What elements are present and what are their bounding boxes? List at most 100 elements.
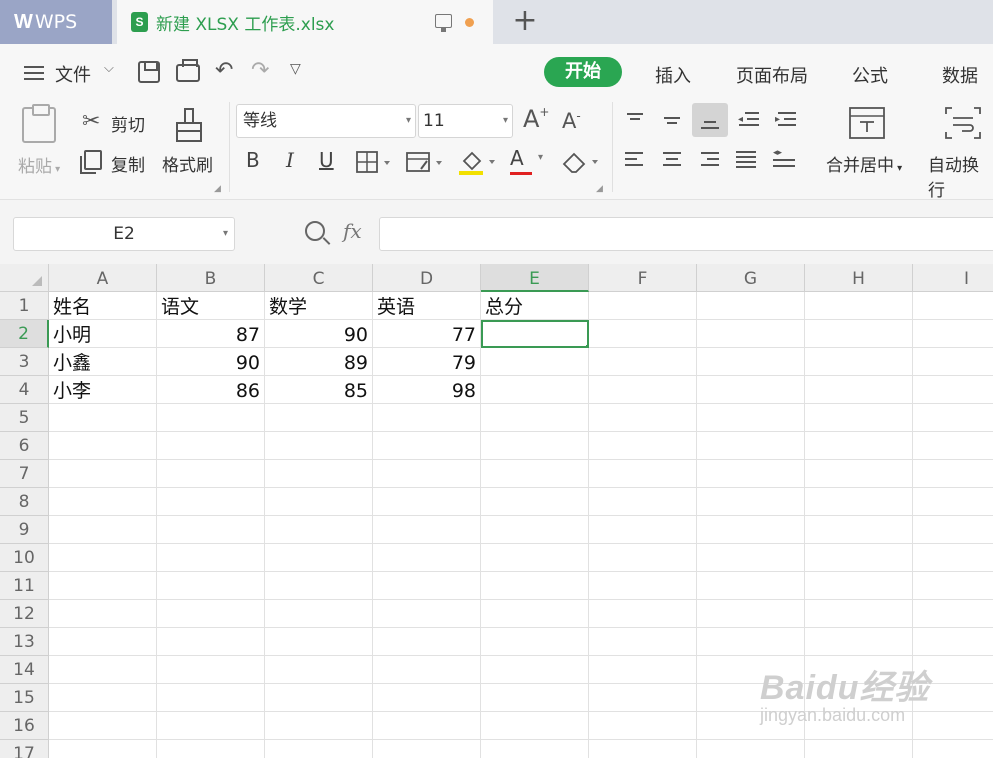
align-middle-icon[interactable] — [657, 106, 687, 136]
wps-home-tab[interactable]: W WPS — [0, 0, 112, 44]
decrease-font-size-icon[interactable]: A- — [562, 109, 581, 133]
align-right-icon[interactable] — [694, 145, 724, 175]
cell-f5[interactable] — [589, 404, 697, 432]
cell-h17[interactable] — [805, 740, 913, 758]
cell-a2[interactable]: 小明 — [49, 320, 157, 348]
tab-formulas[interactable]: 公式 — [852, 62, 888, 88]
zoom-search-icon[interactable] — [305, 221, 325, 241]
cell-c10[interactable] — [265, 544, 373, 572]
cell-d13[interactable] — [373, 628, 481, 656]
row-header-6[interactable]: 6 — [0, 432, 49, 460]
font-color-icon[interactable]: A ▾ — [510, 146, 543, 175]
cell-a6[interactable] — [49, 432, 157, 460]
tab-home[interactable]: 开始 — [544, 57, 622, 87]
cell-f1[interactable] — [589, 292, 697, 320]
cell-d17[interactable] — [373, 740, 481, 758]
cell-a4[interactable]: 小李 — [49, 376, 157, 404]
redo-icon[interactable]: ↷ — [251, 58, 269, 83]
cell-f17[interactable] — [589, 740, 697, 758]
cell-d5[interactable] — [373, 404, 481, 432]
cell-h3[interactable] — [805, 348, 913, 376]
cell-c4[interactable]: 85 — [265, 376, 373, 404]
cell-a15[interactable] — [49, 684, 157, 712]
row-header-16[interactable]: 16 — [0, 712, 49, 740]
cell-a3[interactable]: 小鑫 — [49, 348, 157, 376]
cell-f12[interactable] — [589, 600, 697, 628]
paste-icon[interactable] — [22, 104, 56, 143]
copy-icon[interactable] — [80, 150, 102, 174]
cell-c7[interactable] — [265, 460, 373, 488]
justify-icon[interactable] — [731, 145, 761, 175]
cell-h11[interactable] — [805, 572, 913, 600]
cell-a5[interactable] — [49, 404, 157, 432]
cell-g3[interactable] — [697, 348, 805, 376]
cell-a14[interactable] — [49, 656, 157, 684]
cell-e15[interactable] — [481, 684, 589, 712]
eraser-icon[interactable] — [560, 149, 602, 175]
cell-f4[interactable] — [589, 376, 697, 404]
cell-e4[interactable] — [481, 376, 589, 404]
row-header-2[interactable]: 2 — [0, 320, 49, 348]
cell-i1[interactable] — [913, 292, 993, 320]
underline-button[interactable]: U — [319, 148, 334, 172]
document-tab[interactable]: S 新建 XLSX 工作表.xlsx — [117, 0, 493, 44]
column-header-f[interactable]: F — [589, 264, 697, 292]
cell-h1[interactable] — [805, 292, 913, 320]
cell-b9[interactable] — [157, 516, 265, 544]
cell-a16[interactable] — [49, 712, 157, 740]
column-header-b[interactable]: B — [157, 264, 265, 292]
borders-icon[interactable] — [356, 151, 394, 173]
cell-b6[interactable] — [157, 432, 265, 460]
cell-d4[interactable]: 98 — [373, 376, 481, 404]
cell-e12[interactable] — [481, 600, 589, 628]
tab-insert[interactable]: 插入 — [655, 62, 691, 88]
cell-b14[interactable] — [157, 656, 265, 684]
cell-h5[interactable] — [805, 404, 913, 432]
merge-center-button[interactable]: 合并居中 ▾ — [826, 151, 902, 176]
cell-b15[interactable] — [157, 684, 265, 712]
cell-c5[interactable] — [265, 404, 373, 432]
cell-g11[interactable] — [697, 572, 805, 600]
increase-font-size-icon[interactable]: A+ — [523, 105, 549, 133]
row-header-10[interactable]: 10 — [0, 544, 49, 572]
column-header-a[interactable]: A — [49, 264, 157, 292]
cell-h12[interactable] — [805, 600, 913, 628]
copy-button[interactable]: 复制 — [111, 151, 145, 176]
cell-h6[interactable] — [805, 432, 913, 460]
cell-d12[interactable] — [373, 600, 481, 628]
chevron-down-icon[interactable]: ⌵ — [104, 61, 114, 76]
row-header-11[interactable]: 11 — [0, 572, 49, 600]
column-header-g[interactable]: G — [697, 264, 805, 292]
undo-icon[interactable]: ↶ — [215, 58, 233, 83]
cell-e13[interactable] — [481, 628, 589, 656]
hamburger-menu-icon[interactable] — [24, 66, 44, 80]
cell-b13[interactable] — [157, 628, 265, 656]
row-header-15[interactable]: 15 — [0, 684, 49, 712]
cell-f10[interactable] — [589, 544, 697, 572]
cell-g2[interactable] — [697, 320, 805, 348]
file-menu[interactable]: 文件 — [55, 61, 91, 87]
cell-g9[interactable] — [697, 516, 805, 544]
column-header-h[interactable]: H — [805, 264, 913, 292]
cell-e11[interactable] — [481, 572, 589, 600]
cell-e3[interactable] — [481, 348, 589, 376]
cell-d6[interactable] — [373, 432, 481, 460]
cell-c3[interactable]: 89 — [265, 348, 373, 376]
format-painter-button[interactable]: 格式刷 — [162, 151, 213, 176]
align-bottom-icon[interactable] — [692, 103, 728, 137]
fill-color-icon[interactable] — [458, 148, 498, 176]
cell-d7[interactable] — [373, 460, 481, 488]
cell-d10[interactable] — [373, 544, 481, 572]
cell-g1[interactable] — [697, 292, 805, 320]
cell-i6[interactable] — [913, 432, 993, 460]
cell-h8[interactable] — [805, 488, 913, 516]
cell-e6[interactable] — [481, 432, 589, 460]
cell-d1[interactable]: 英语 — [373, 292, 481, 320]
wrap-text-button[interactable]: 自动换行 — [928, 151, 993, 201]
cell-g5[interactable] — [697, 404, 805, 432]
cell-d16[interactable] — [373, 712, 481, 740]
cell-g10[interactable] — [697, 544, 805, 572]
cell-f16[interactable] — [589, 712, 697, 740]
cell-b16[interactable] — [157, 712, 265, 740]
row-header-5[interactable]: 5 — [0, 404, 49, 432]
